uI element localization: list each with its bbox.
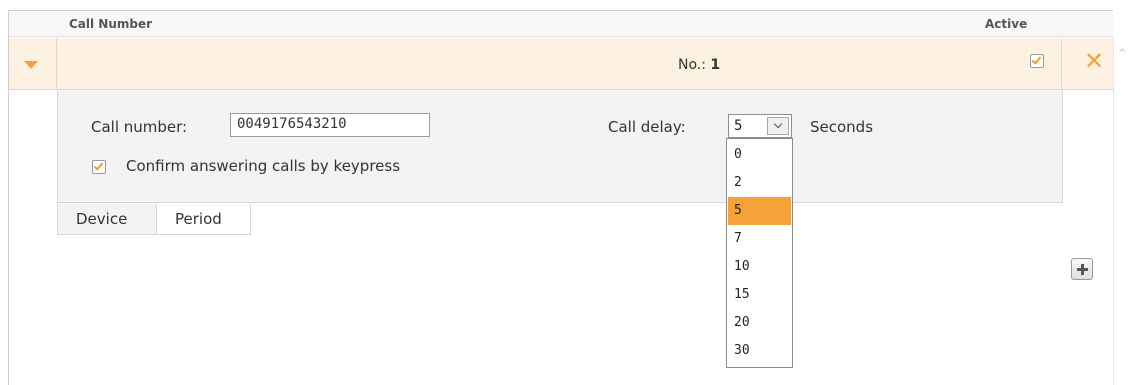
dropdown-option[interactable]: 30 <box>728 337 791 365</box>
call-number-input[interactable]: 0049176543210 <box>230 113 430 137</box>
row-expander-button[interactable] <box>9 38 57 90</box>
detail-panel <box>57 90 1063 203</box>
column-header-active: Active <box>985 17 1028 31</box>
dropdown-option[interactable]: 7 <box>728 225 791 253</box>
add-button[interactable] <box>1071 258 1093 280</box>
tab-device[interactable]: Device <box>57 204 157 235</box>
row-title-number: 1 <box>710 57 721 73</box>
dropdown-option[interactable]: 10 <box>728 253 791 281</box>
tab-period[interactable]: Period <box>156 204 251 235</box>
table-row: No.: 1 ✕ <box>9 38 1113 90</box>
dropdown-option[interactable]: 15 <box>728 281 791 309</box>
dropdown-option[interactable]: 0 <box>728 141 791 169</box>
checkmark-icon <box>93 160 104 171</box>
confirm-keypress-checkbox[interactable] <box>92 160 106 174</box>
checkmark-icon <box>1031 54 1042 65</box>
seconds-label: Seconds <box>810 118 874 136</box>
row-divider <box>1061 38 1062 90</box>
active-checkbox[interactable] <box>1030 54 1044 68</box>
call-delay-label: Call delay: <box>608 118 686 136</box>
triangle-down-icon <box>24 61 38 69</box>
plus-icon-bar <box>1077 268 1088 271</box>
dropdown-button[interactable] <box>767 117 789 135</box>
call-number-label: Call number: <box>91 118 188 136</box>
dropdown-option-selected[interactable]: 5 <box>728 197 791 225</box>
column-header-call-number: Call Number <box>69 17 153 31</box>
confirm-keypress-label: Confirm answering calls by keypress <box>126 157 401 175</box>
scrollbar[interactable]: ^ <box>1113 38 1130 385</box>
call-forwarding-frame: Call Number Active No.: 1 ✕ ^ Call numbe… <box>0 0 1130 385</box>
scroll-up-icon[interactable]: ^ <box>1118 48 1126 59</box>
call-delay-dropdown: 0 2 5 7 10 15 20 30 <box>726 138 793 368</box>
call-delay-select[interactable]: 5 <box>728 114 792 138</box>
call-delay-value: 5 <box>734 118 743 134</box>
row-title-prefix: No.: <box>678 57 706 73</box>
chevron-down-icon <box>773 119 783 129</box>
table-header <box>9 11 1113 37</box>
row-title: No.: 1 <box>678 57 720 73</box>
close-icon[interactable]: ✕ <box>1079 46 1109 76</box>
dropdown-option[interactable]: 2 <box>728 169 791 197</box>
dropdown-option[interactable]: 20 <box>728 309 791 337</box>
